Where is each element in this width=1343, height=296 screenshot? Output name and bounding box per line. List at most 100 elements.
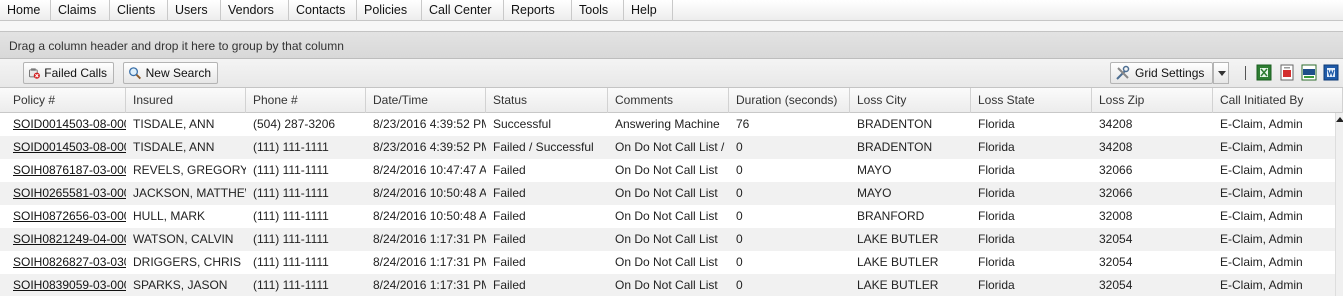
table-cell: Failed [493,186,526,200]
main-menu-bar: Home Claims Clients Users Vendors Contacts Pol… [0,0,1343,21]
table-cell: Florida [978,278,1015,292]
table-cell: 0 [736,163,743,177]
table-cell: On Do Not Call List [615,209,718,223]
column-header-loss-city[interactable]: Loss City [850,88,971,113]
table-cell: 8/24/2016 10:50:48 AM [373,186,486,200]
grid-settings-label: Grid Settings [1135,66,1205,80]
grid-header: Policy # Insured Phone # Date/Time Status Com… [0,88,1343,113]
table-cell: 32054 [1099,278,1133,292]
export-csv-icon[interactable] [1301,64,1317,81]
table-cell: On Do Not Call List / [615,140,725,154]
table-cell: 32054 [1099,255,1133,269]
table-cell: HULL, MARK [133,209,206,223]
table-cell: On Do Not Call List [615,278,718,292]
policy-link[interactable]: SOIH0265581-03-000 [6,182,126,205]
failed-calls-button[interactable]: Failed Calls [23,62,114,84]
table-cell: LAKE BUTLER [857,255,939,269]
menu-spacer [0,21,1343,31]
table-cell: 0 [736,209,743,223]
grid-settings-dropdown[interactable] [1213,62,1229,84]
column-header-status[interactable]: Status [486,88,608,113]
table-cell: Failed / Successful [493,140,594,154]
column-header-loss-zip[interactable]: Loss Zip [1092,88,1213,113]
column-header-comments[interactable]: Comments [608,88,729,113]
table-cell: On Do Not Call List [615,163,718,177]
table-cell: 8/24/2016 1:17:31 PM [373,232,486,246]
menu-item-clients[interactable]: Clients [110,0,168,21]
table-row[interactable]: SOIH0839059-03-000 SPARKS, JASON (111) 111… [0,274,1335,296]
menu-item-help[interactable]: Help [624,0,673,21]
table-cell: 34208 [1099,140,1133,154]
table-cell: Successful [493,117,552,131]
table-cell: E-Claim, Admin [1220,209,1303,223]
policy-link[interactable]: SOIH0826827-03-030 [6,251,126,274]
table-cell: (504) 287-3206 [253,117,336,131]
table-cell: E-Claim, Admin [1220,140,1303,154]
group-by-hint: Drag a column header and drop it here to… [9,39,344,53]
table-cell: 32054 [1099,232,1133,246]
policy-link[interactable]: SOIH0839059-03-000 [6,274,126,296]
table-cell: (111) 111-1111 [253,186,329,200]
table-cell: Failed [493,255,526,269]
table-cell: E-Claim, Admin [1220,232,1303,246]
table-cell: Florida [978,232,1015,246]
table-cell: Florida [978,255,1015,269]
table-row[interactable]: SOIH0876187-03-000 REVELS, GREGORY (111) 1… [0,159,1335,182]
grid-settings-button[interactable]: Grid Settings [1110,62,1213,84]
table-cell: Failed [493,163,526,177]
table-cell: Florida [978,209,1015,223]
column-header-phone[interactable]: Phone # [246,88,366,113]
table-cell: Florida [978,163,1015,177]
policy-link[interactable]: SOIH0821249-04-000 [6,228,126,251]
menu-item-home[interactable]: Home [0,0,51,21]
table-cell: 0 [736,232,743,246]
table-row[interactable]: SOIH0826827-03-030 DRIGGERS, CHRIS (111) 1… [0,251,1335,274]
column-header-call-initiated-by[interactable]: Call Initiated By [1213,88,1343,113]
table-row[interactable]: SOID0014503-08-000 TISDALE, ANN (504) 287-… [0,113,1335,136]
table-row[interactable]: SOIH0872656-03-000 HULL, MARK (111) 111-11… [0,205,1335,228]
policy-link[interactable]: SOIH0872656-03-000 [6,205,126,228]
table-cell: E-Claim, Admin [1220,278,1303,292]
export-excel-icon[interactable] [1256,64,1272,81]
grid-body: SOID0014503-08-000 TISDALE, ANN (504) 287-… [0,113,1335,296]
table-cell: 0 [736,140,743,154]
menu-item-reports[interactable]: Reports [504,0,572,21]
table-cell: Florida [978,117,1015,131]
table-cell: E-Claim, Admin [1220,255,1303,269]
table-cell: 32066 [1099,163,1133,177]
column-header-loss-state[interactable]: Loss State [971,88,1092,113]
policy-link[interactable]: SOIH0876187-03-000 [6,159,126,182]
policy-link[interactable]: SOID0014503-08-000 [6,113,126,136]
table-row[interactable]: SOID0014503-08-000 TISDALE, ANN (111) 111-… [0,136,1335,159]
menu-item-claims[interactable]: Claims [51,0,110,21]
table-cell: On Do Not Call List [615,186,718,200]
scroll-up-icon[interactable] [1336,117,1343,122]
menu-item-call-center[interactable]: Call Center [422,0,504,21]
menu-item-users[interactable]: Users [168,0,221,21]
column-header-policy[interactable]: Policy # [6,88,126,113]
export-word-icon[interactable] [1323,64,1339,81]
table-row[interactable]: SOIH0265581-03-000 JACKSON, MATTHEW (111) … [0,182,1335,205]
menu-item-vendors[interactable]: Vendors [221,0,289,21]
column-header-date-time[interactable]: Date/Time [366,88,486,113]
table-cell: TISDALE, ANN [133,140,215,154]
table-cell: Failed [493,278,526,292]
policy-link[interactable]: SOID0014503-08-000 [6,136,126,159]
table-cell: BRADENTON [857,140,933,154]
table-cell: LAKE BUTLER [857,232,939,246]
table-cell: WATSON, CALVIN [133,232,234,246]
table-cell: Failed [493,232,526,246]
table-cell: (111) 111-1111 [253,255,329,269]
column-header-insured[interactable]: Insured [126,88,246,113]
toolbar-separator [1245,66,1246,80]
vertical-scrollbar[interactable] [1335,113,1343,296]
table-row[interactable]: SOIH0821249-04-000 WATSON, CALVIN (111) 11… [0,228,1335,251]
column-header-duration-seconds[interactable]: Duration (seconds) [729,88,850,113]
new-search-button[interactable]: New Search [123,62,218,84]
table-cell: 34208 [1099,117,1133,131]
menu-item-tools[interactable]: Tools [572,0,624,21]
export-pdf-icon[interactable] [1279,64,1295,81]
group-by-panel[interactable]: Drag a column header and drop it here to… [0,31,1343,59]
menu-item-contacts[interactable]: Contacts [289,0,357,21]
menu-item-policies[interactable]: Policies [357,0,422,21]
